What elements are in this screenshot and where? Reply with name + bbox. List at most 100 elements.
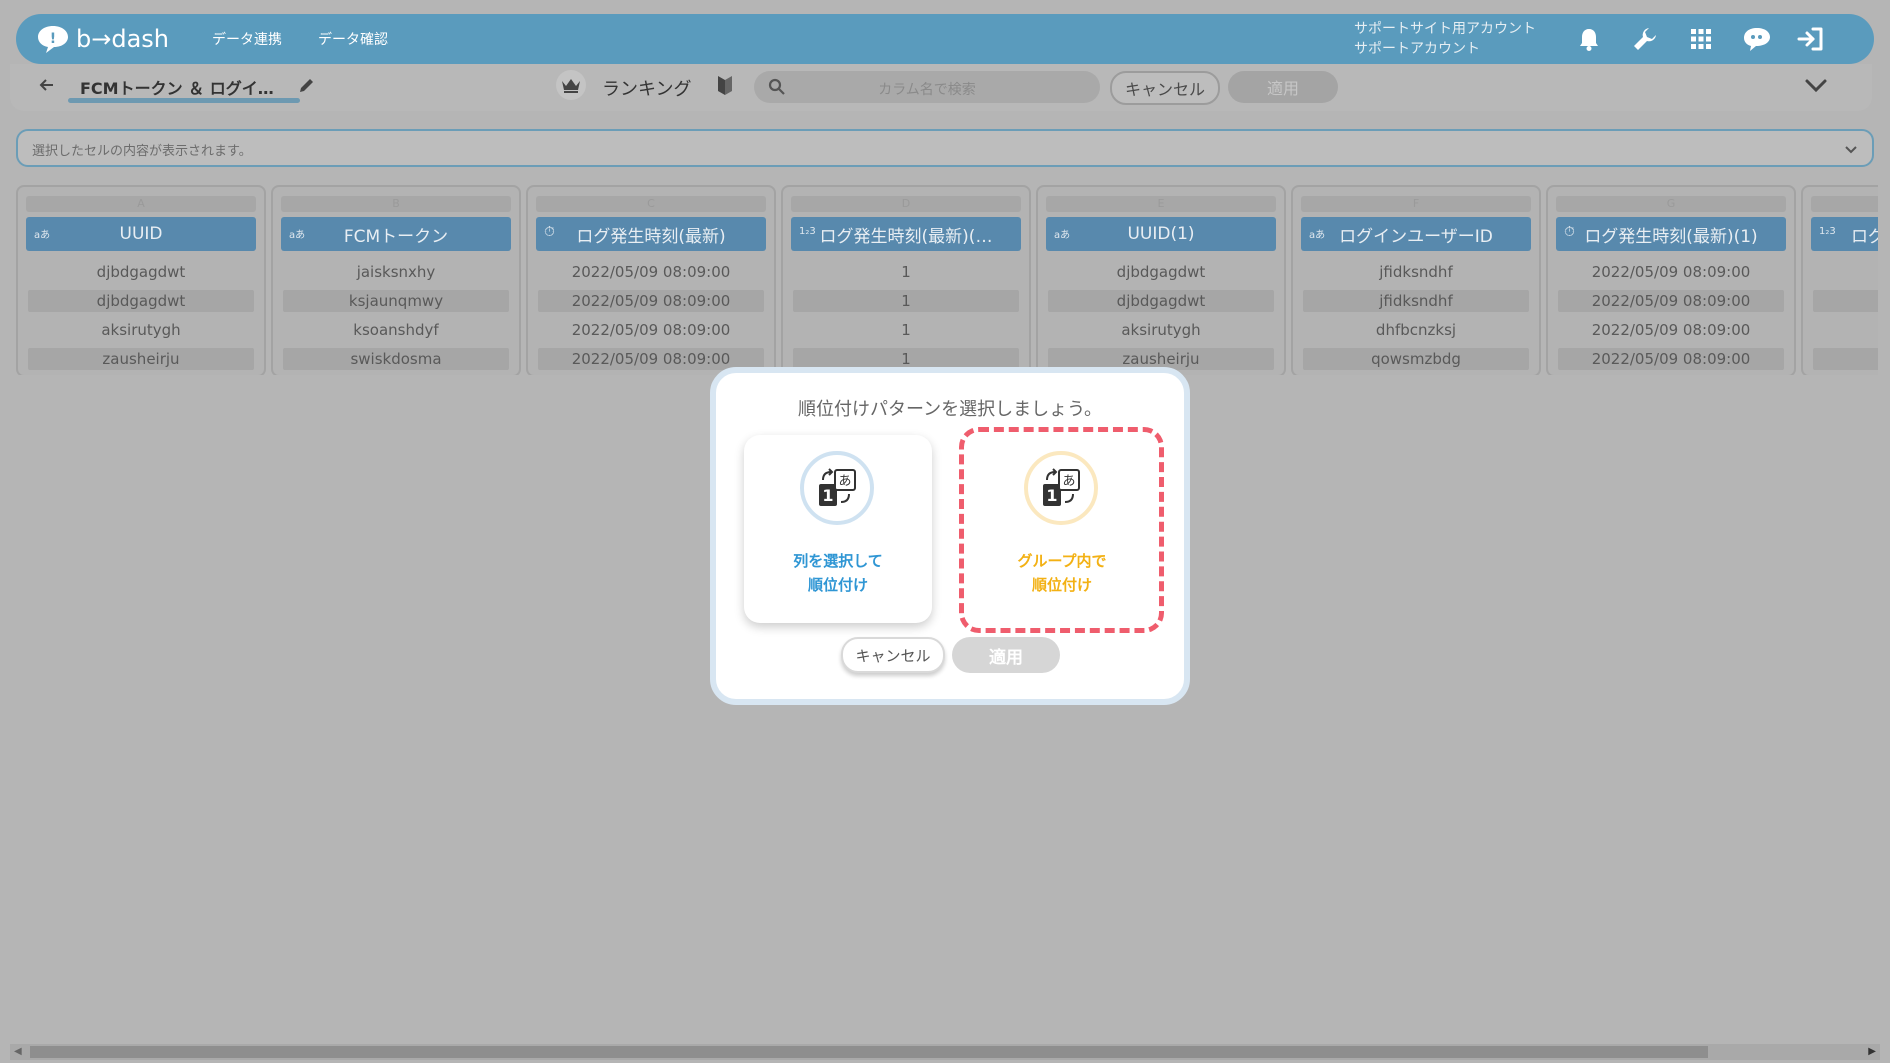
grid-column[interactable]: F aあ ログインユーザーID jfidksndhf jfidksndhf dh… — [1291, 185, 1541, 375]
scroll-left-arrow-icon[interactable]: ◀ — [14, 1046, 22, 1057]
grid-column[interactable]: B aあ FCMトークン jaisksnxhy ksjaunqmwy ksoan… — [271, 185, 521, 375]
grid-column[interactable]: A aあ UUID djbdgagdwt djbdgagdwt aksiruty… — [16, 185, 266, 375]
table-cell[interactable]: 1 — [793, 290, 1019, 312]
rank-by-column-option[interactable]: 1 あ 列を選択して 順位付け — [744, 435, 932, 623]
column-header[interactable]: aあ FCMトークン — [281, 217, 511, 251]
table-cell[interactable]: djbdgagdwt — [1048, 261, 1274, 283]
chevron-down-icon[interactable] — [1804, 78, 1828, 98]
logo[interactable]: ! b→dash — [36, 24, 176, 54]
logo-text: b→dash — [76, 25, 169, 53]
scroll-right-arrow-icon[interactable]: ▶ — [1868, 1046, 1876, 1057]
horizontal-scrollbar[interactable]: ◀ ▶ — [10, 1044, 1880, 1060]
bell-icon[interactable] — [1574, 24, 1604, 54]
cell-content-placeholder: 選択したセルの内容が表示されます。 — [32, 144, 252, 159]
column-header[interactable]: ⏱ ログ発生時刻(最新) — [536, 217, 766, 251]
table-cell[interactable] — [1813, 261, 1878, 283]
column-header-label: UUID(1) — [1127, 224, 1195, 244]
table-cell[interactable] — [1813, 348, 1878, 370]
rank-within-group-label: グループ内で 順位付け — [968, 549, 1156, 597]
back-arrow-icon[interactable] — [38, 76, 56, 98]
table-cell[interactable]: 2022/05/09 08:09:00 — [538, 290, 764, 312]
column-header[interactable]: aあ ログインユーザーID — [1301, 217, 1531, 251]
table-cell[interactable]: swiskdosma — [283, 348, 509, 370]
column-header[interactable]: ⏱ ログ発生時刻(最新)(1) — [1556, 217, 1786, 251]
top-nav: ! b→dash データ連携 データ確認 サポートサイト用アカウント サポートア… — [16, 14, 1874, 64]
table-cell[interactable]: 2022/05/09 08:09:00 — [1558, 319, 1784, 341]
table-cell[interactable]: 2022/05/09 08:09:00 — [538, 319, 764, 341]
rank-by-column-icon: 1 あ — [800, 451, 874, 525]
column-header-label: ログ発 — [1851, 226, 1878, 247]
column-type-text-icon: aあ — [1309, 230, 1326, 241]
grid-column[interactable]: H 1₂3 ログ発 — [1801, 185, 1878, 375]
table-cell[interactable]: zausheirju — [28, 348, 254, 370]
option1-line2: 順位付け — [807, 576, 868, 594]
column-letter: D — [791, 196, 1021, 212]
logo-bubble-icon: ! — [38, 26, 68, 53]
column-header[interactable]: aあ UUID(1) — [1046, 217, 1276, 251]
column-type-text-icon: aあ — [34, 230, 51, 241]
nav-link-data-check[interactable]: データ確認 — [318, 29, 388, 49]
svg-text:1: 1 — [822, 486, 833, 505]
ranking-mode-label: ランキング — [602, 79, 692, 100]
table-cell[interactable]: aksirutygh — [28, 319, 254, 341]
rank-by-column-label: 列を選択して 順位付け — [744, 549, 932, 597]
cell-content-bar[interactable]: 選択したセルの内容が表示されます。 — [16, 129, 1874, 167]
wrench-icon[interactable] — [1630, 24, 1660, 54]
table-cell[interactable]: 2022/05/09 08:09:00 — [1558, 290, 1784, 312]
column-search-input[interactable]: カラム名で検索 — [754, 71, 1100, 103]
grid-column[interactable]: C ⏱ ログ発生時刻(最新) 2022/05/09 08:09:00 2022/… — [526, 185, 776, 375]
toolbar-cancel-button[interactable]: キャンセル — [1110, 71, 1220, 105]
edit-title-pencil-icon[interactable] — [298, 76, 316, 98]
column-header-label: ログ発生時刻(最新)(… — [819, 226, 993, 247]
table-cell[interactable]: 2022/05/09 08:09:00 — [1558, 348, 1784, 370]
apps-grid-icon[interactable] — [1686, 24, 1716, 54]
table-cell[interactable]: 1 — [793, 261, 1019, 283]
table-cell[interactable]: djbdgagdwt — [28, 290, 254, 312]
table-cell[interactable]: jfidksndhf — [1303, 290, 1529, 312]
table-cell[interactable]: ksoanshdyf — [283, 319, 509, 341]
grid-column[interactable]: E aあ UUID(1) djbdgagdwt djbdgagdwt aksir… — [1036, 185, 1286, 375]
table-cell[interactable]: dhfbcnzksj — [1303, 319, 1529, 341]
option2-line1: グループ内で — [1017, 552, 1107, 570]
table-cell[interactable]: djbdgagdwt — [28, 261, 254, 283]
toolbar-apply-button[interactable]: 適用 — [1228, 71, 1338, 103]
report-title[interactable]: FCMトークン ＆ ログイ… — [80, 75, 274, 99]
column-header[interactable]: 1₂3 ログ発 — [1811, 217, 1878, 251]
column-type-number-icon: 1₂3 — [1819, 226, 1836, 237]
modal-cancel-button[interactable]: キャンセル — [841, 637, 945, 673]
column-header[interactable]: aあ UUID — [26, 217, 256, 251]
table-cell[interactable]: jfidksndhf — [1303, 261, 1529, 283]
column-type-text-icon: aあ — [1054, 230, 1071, 241]
scrollbar-thumb[interactable] — [30, 1046, 1708, 1058]
grid-column[interactable]: D 1₂3 ログ発生時刻(最新)(… 1 1 1 1 — [781, 185, 1031, 375]
svg-text:!: ! — [50, 31, 56, 47]
table-cell[interactable]: aksirutygh — [1048, 319, 1274, 341]
logout-icon[interactable] — [1796, 24, 1826, 54]
column-header-label: FCMトークン — [343, 226, 449, 247]
ranking-pattern-modal: 順位付けパターンを選択しましょう。 1 あ 列を選択して 順位付け 1 あ グル… — [710, 367, 1190, 705]
modal-apply-button[interactable]: 適用 — [952, 637, 1060, 673]
title-underline — [68, 98, 300, 103]
modal-title: 順位付けパターンを選択しましょう。 — [797, 399, 1103, 420]
chat-support-icon[interactable] — [1742, 24, 1772, 54]
table-cell[interactable]: jaisksnxhy — [283, 261, 509, 283]
option2-line2: 順位付け — [1031, 576, 1092, 594]
nav-link-data-integration[interactable]: データ連携 — [212, 29, 282, 49]
table-cell[interactable]: ksjaunqmwy — [283, 290, 509, 312]
table-cell[interactable]: 2022/05/09 08:09:00 — [538, 261, 764, 283]
column-letter: G — [1556, 196, 1786, 212]
beginner-mark-icon[interactable] — [716, 74, 734, 100]
rank-within-group-option[interactable]: 1 あ グループ内で 順位付け — [968, 435, 1156, 623]
table-cell[interactable] — [1813, 319, 1878, 341]
svg-text:あ: あ — [838, 474, 851, 489]
cell-bar-chevron-icon[interactable] — [1844, 140, 1858, 159]
column-header[interactable]: 1₂3 ログ発生時刻(最新)(… — [791, 217, 1021, 251]
table-cell[interactable]: 1 — [793, 319, 1019, 341]
table-cell[interactable]: 2022/05/09 08:09:00 — [1558, 261, 1784, 283]
account-info[interactable]: サポートサイト用アカウント サポートアカウント — [1354, 19, 1536, 59]
table-cell[interactable]: djbdgagdwt — [1048, 290, 1274, 312]
account-user-name: サポートアカウント — [1354, 41, 1480, 57]
grid-column[interactable]: G ⏱ ログ発生時刻(最新)(1) 2022/05/09 08:09:00 20… — [1546, 185, 1796, 375]
table-cell[interactable]: qowsmzbdg — [1303, 348, 1529, 370]
table-cell[interactable] — [1813, 290, 1878, 312]
